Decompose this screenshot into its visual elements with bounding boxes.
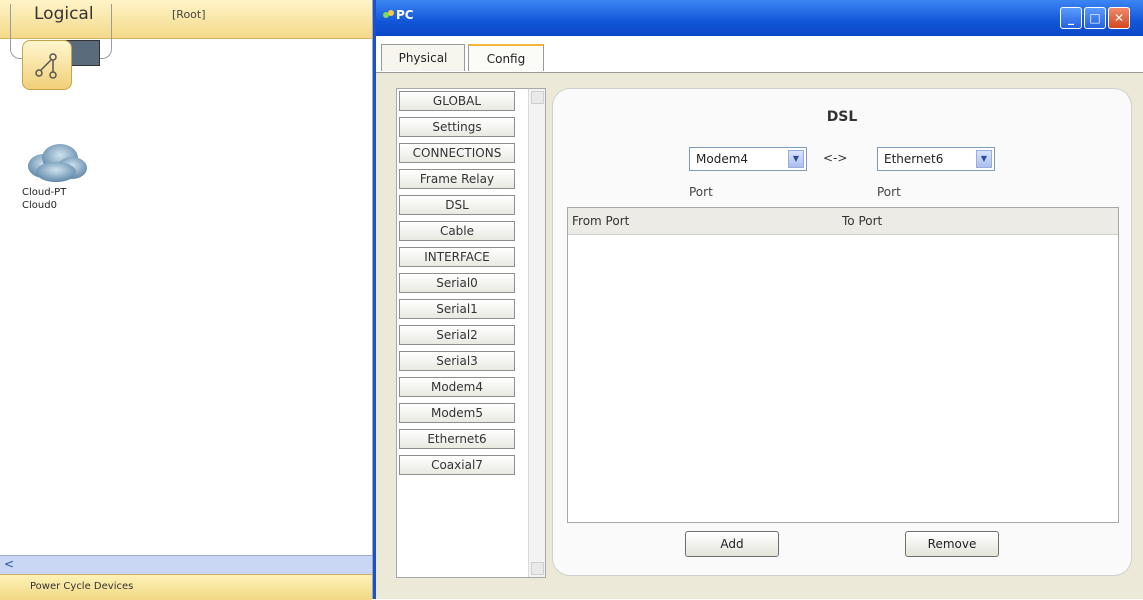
swap-symbol: <-> [823,151,848,165]
config-item-interface[interactable]: INTERFACE [399,247,515,267]
config-item-ethernet6[interactable]: Ethernet6 [399,429,515,449]
left-port-select[interactable]: Modem4 ▼ [689,147,807,171]
left-port-value: Modem4 [696,152,749,166]
left-port-caption: Port [689,185,713,199]
close-button[interactable]: ✕ [1108,7,1130,29]
config-list: GLOBAL Settings CONNECTIONS Frame Relay … [396,88,546,578]
config-item-modem4[interactable]: Modem4 [399,377,515,397]
maximize-button[interactable]: □ [1084,7,1106,29]
remove-button[interactable]: Remove [905,531,999,557]
config-item-coaxial7[interactable]: Coaxial7 [399,455,515,475]
scroll-up-icon[interactable] [531,91,544,104]
config-item-serial0[interactable]: Serial0 [399,273,515,293]
config-item-modem5[interactable]: Modem5 [399,403,515,423]
config-item-settings[interactable]: Settings [399,117,515,137]
logical-toolbar: Logical [Root] [0,0,372,59]
tab-physical[interactable]: Physical [381,44,465,71]
cloud-device-icon[interactable] [24,140,90,187]
config-item-connections[interactable]: CONNECTIONS [399,143,515,163]
chevron-down-icon[interactable]: ▼ [976,150,992,168]
config-item-serial1[interactable]: Serial1 [399,299,515,319]
right-port-caption: Port [877,185,901,199]
config-item-dsl[interactable]: DSL [399,195,515,215]
port-mapping-table[interactable]: From Port To Port [567,207,1119,523]
window-title: PC [396,8,414,22]
device-type-label: Cloud-PT [22,187,67,198]
logical-view-label: Logical [34,4,94,24]
config-item-cable[interactable]: Cable [399,221,515,241]
root-breadcrumb[interactable]: [Root] [172,8,206,21]
table-header: From Port To Port [568,208,1118,235]
scroll-down-icon[interactable] [531,562,544,575]
right-port-value: Ethernet6 [884,152,944,166]
config-item-frame-relay[interactable]: Frame Relay [399,169,515,189]
right-port-select[interactable]: Ethernet6 ▼ [877,147,995,171]
minimize-button[interactable]: _ [1060,7,1082,29]
column-header-from-port[interactable]: From Port [572,214,629,228]
scroll-left-icon[interactable]: < [4,557,14,571]
dsl-title: DSL [826,109,858,125]
device-name-label: Cloud0 [22,200,57,211]
config-item-serial3[interactable]: Serial3 [399,351,515,371]
horizontal-scrollbar[interactable]: < [0,555,372,574]
add-button[interactable]: Add [685,531,779,557]
dsl-settings-area: DSL Modem4 ▼ <-> Ethernet6 ▼ Port Port F… [552,88,1132,576]
chevron-down-icon[interactable]: ▼ [788,150,804,168]
pc-window: PC _ □ ✕ Physical Config GLOBAL Settings… [373,0,1143,599]
app-icon [383,10,394,18]
logical-workspace[interactable]: Logical [Root] Cloud-PT Cloud0 < Power C… [0,0,373,600]
config-item-serial2[interactable]: Serial2 [399,325,515,345]
tab-config[interactable]: Config [468,44,544,71]
window-title-bar[interactable]: PC _ □ ✕ [376,0,1143,36]
status-bar: Power Cycle Devices [0,574,372,600]
config-item-global[interactable]: GLOBAL [399,91,515,111]
column-header-to-port[interactable]: To Port [842,214,882,228]
config-panel: GLOBAL Settings CONNECTIONS Frame Relay … [386,80,1138,599]
navigation-icon[interactable] [22,40,72,90]
tab-bar: Physical Config [376,36,1143,73]
power-cycle-devices-button[interactable]: Power Cycle Devices [30,581,133,592]
window-client: Physical Config GLOBAL Settings CONNECTI… [376,36,1143,599]
config-list-scrollbar[interactable] [528,89,545,577]
